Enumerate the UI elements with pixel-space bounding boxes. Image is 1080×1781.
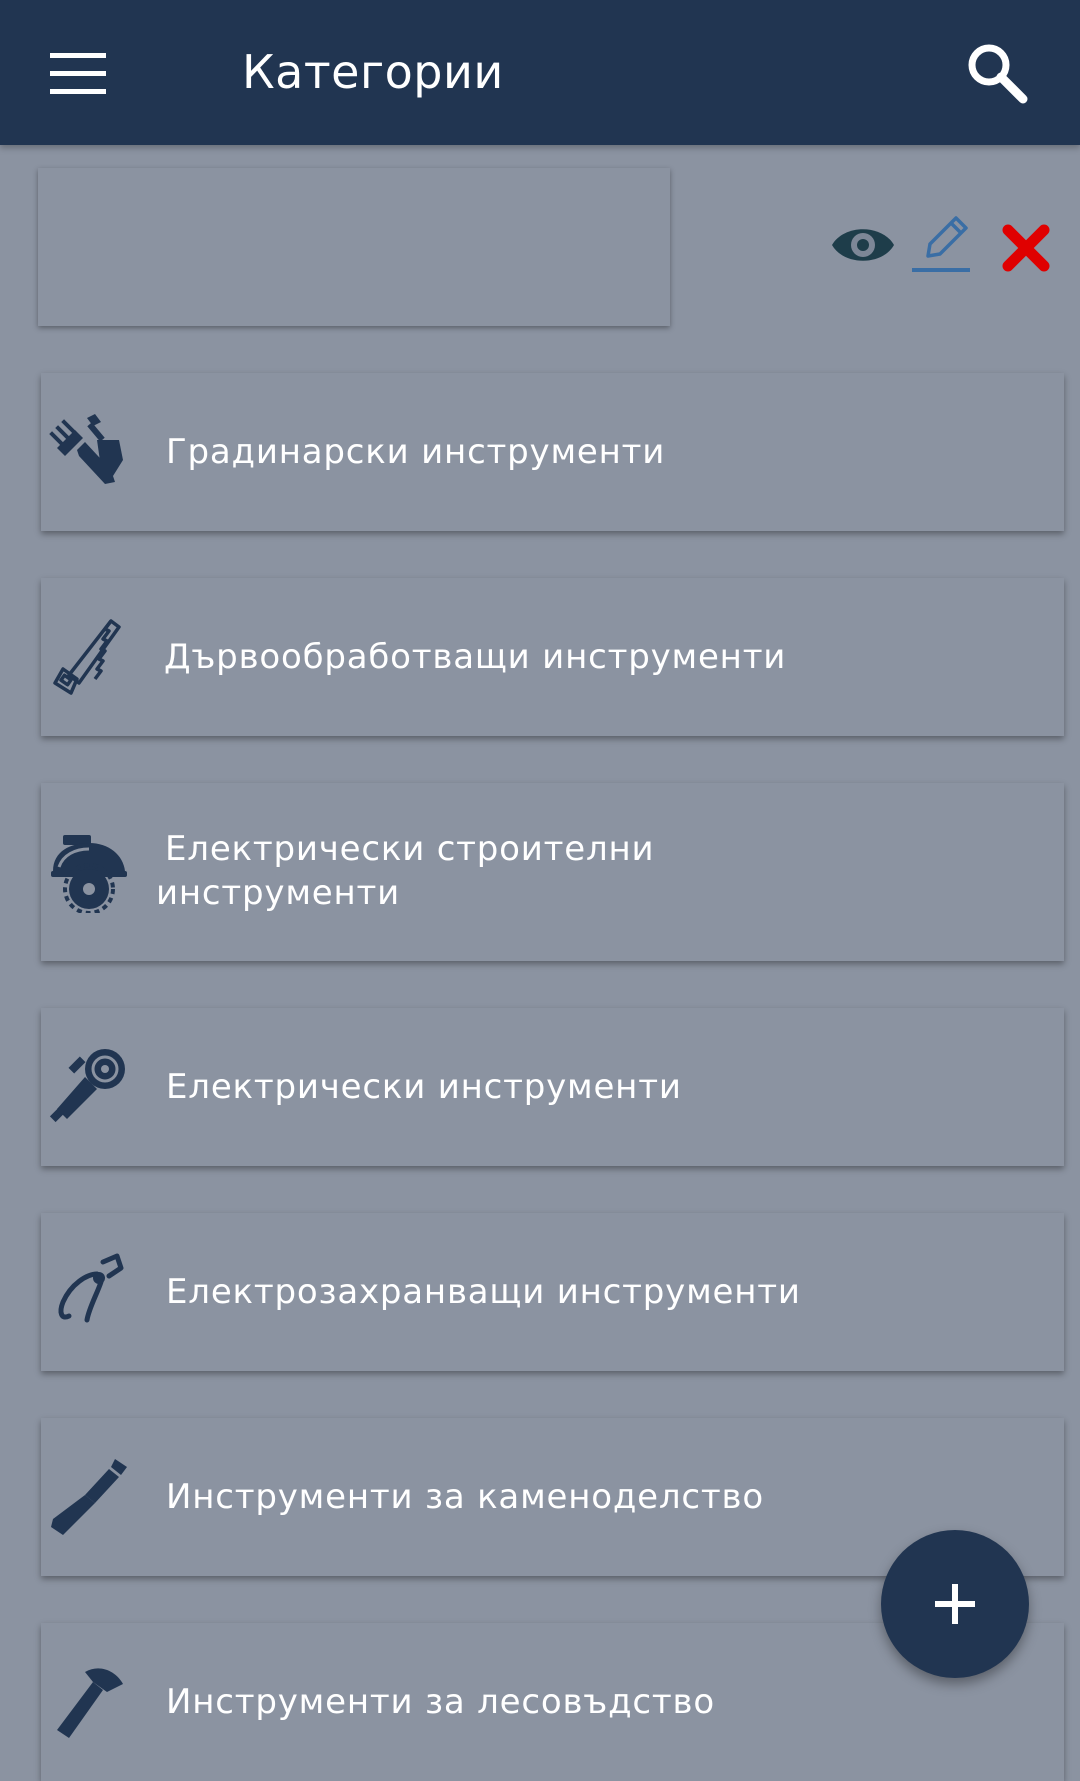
add-category-button[interactable] [881,1530,1029,1678]
category-label: Инструменти за лесовъдство [166,1682,715,1722]
search-icon [968,44,1028,104]
eye-icon [832,229,894,261]
delete-button[interactable] [1000,222,1052,274]
swiped-category-card[interactable] [38,168,670,326]
hamburger-menu-icon [50,53,106,94]
garden-tools-icon [49,414,123,484]
category-card-electric-tools[interactable]: Електрически инструменти [41,1008,1064,1166]
angle-grinder-icon [49,1049,125,1123]
search-button[interactable] [960,36,1032,108]
category-label: Електрически инструменти [166,1067,682,1107]
category-label: Дървообработващи инструменти [164,637,787,677]
category-card-garden-tools[interactable]: Градинарски инструменти [41,373,1064,531]
pencil-icon [912,216,970,272]
chisel-icon [51,1459,127,1535]
category-card-electric-construction[interactable]: Електрически строителни инструменти [41,783,1064,961]
delete-x-icon [1002,224,1050,272]
category-label: Инструменти за каменоделство [166,1477,764,1517]
category-label-line1: Електрически строителни [165,829,655,869]
category-label-line2: инструменти [156,873,401,913]
hamburger-menu-button[interactable] [40,40,116,106]
category-label: Електрозахранващи инструменти [166,1272,801,1312]
category-label: Градинарски инструменти [166,432,666,472]
plus-icon [935,1584,975,1624]
app-bar: Категории [0,0,1080,145]
category-card-power-supply[interactable]: Електрозахранващи инструменти [41,1213,1064,1371]
category-card-woodworking[interactable]: Дървообработващи инструменти [41,578,1064,736]
edit-button[interactable] [910,210,976,276]
circular-saw-icon [51,835,127,913]
axe-icon [57,1668,123,1738]
page-title: Категории [242,45,504,99]
pliers-icon [58,1253,124,1323]
hand-saw-icon [53,619,121,695]
view-button[interactable] [828,214,898,276]
